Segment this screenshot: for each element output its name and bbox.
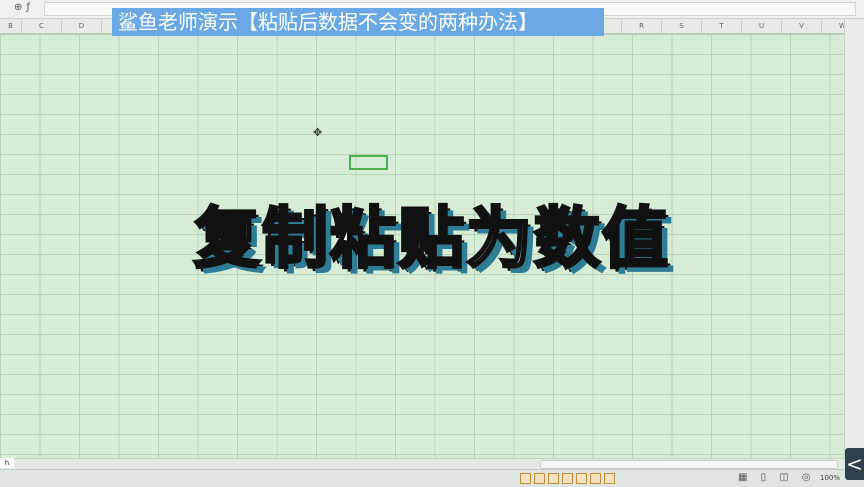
cursor-icon: ✥ [313,126,323,139]
column-header-s[interactable]: S [662,19,702,33]
status-tool-icon[interactable] [534,473,545,484]
status-tool-icon[interactable] [520,473,531,484]
formula-bar-icons[interactable]: ⊕ƒ [14,2,34,13]
column-header-d[interactable]: D [62,19,102,33]
column-header-v[interactable]: V [782,19,822,33]
caption-text: 复制粘贴为数值 [193,199,670,279]
status-toolbar [520,473,615,484]
column-header-t[interactable]: T [702,19,742,33]
status-tool-icon[interactable] [562,473,573,484]
title-banner: 鲨鱼老师演示【粘贴后数据不会变的两种办法】 [112,8,604,36]
horizontal-scroll-thumb[interactable] [540,460,838,469]
sheet-tab[interactable]: h [0,458,14,468]
column-header-c[interactable]: C [22,19,62,33]
column-header-u[interactable]: U [742,19,782,33]
zoom-icon[interactable]: ⊕ [14,2,26,13]
selected-cell[interactable] [349,155,388,170]
collapse-panel-button[interactable]: < [845,448,864,480]
view-mode-icons[interactable]: ▦ ▯ ◫ ◎ [738,472,816,483]
fx-icon[interactable]: ƒ [26,2,34,13]
zoom-level[interactable]: 100% [820,474,840,482]
status-tool-icon[interactable] [576,473,587,484]
status-tool-icon[interactable] [604,473,615,484]
column-header-r[interactable]: R [622,19,662,33]
status-tool-icon[interactable] [590,473,601,484]
column-header-b[interactable]: B [0,19,22,33]
status-tool-icon[interactable] [548,473,559,484]
horizontal-scrollbar[interactable] [0,458,844,469]
status-bar: ▦ ▯ ◫ ◎ 100% [0,469,864,487]
